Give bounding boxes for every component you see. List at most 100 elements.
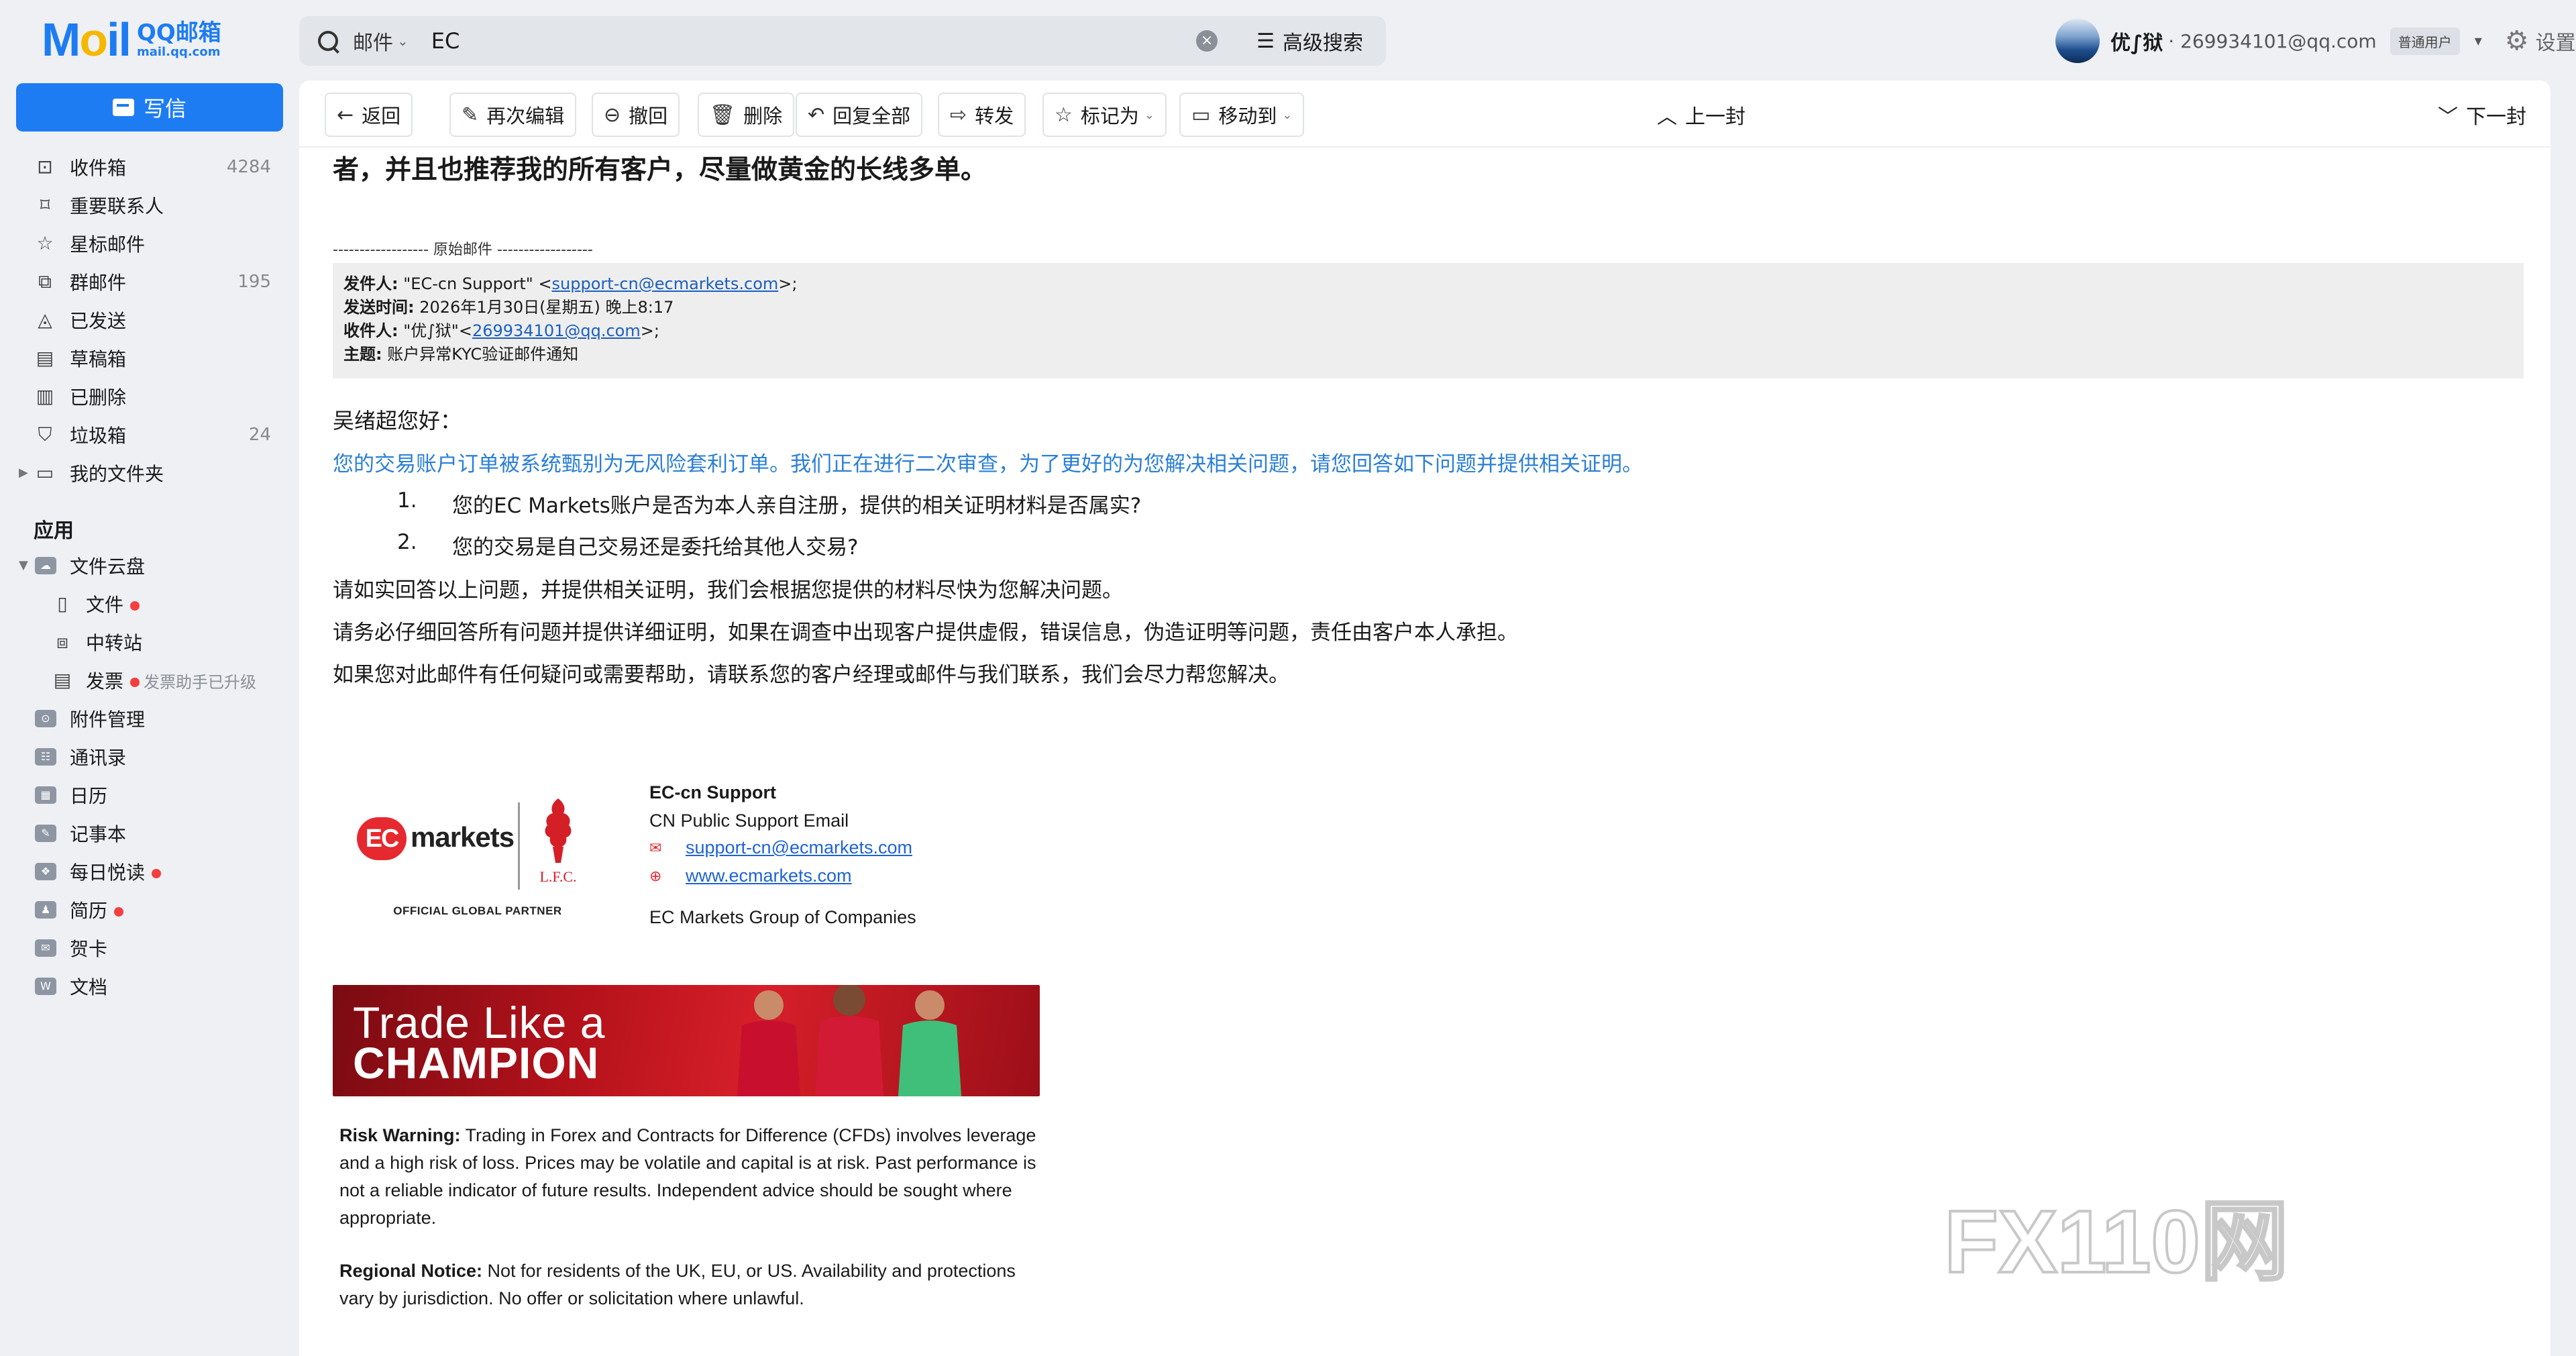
group-mail-icon: ⧉	[38, 270, 52, 293]
sidebar-item-files[interactable]: ▯ 文件	[0, 584, 299, 623]
sidebar-item-group-mail[interactable]: ⧉ 群邮件 195	[0, 262, 299, 301]
sidebar-item-daily-reading[interactable]: ❖ 每日悦读	[0, 852, 299, 890]
sidebar-item-docs[interactable]: W 文档	[0, 967, 299, 1005]
sidebar-item-deleted[interactable]: ▥ 已删除	[0, 377, 299, 415]
sidebar-item-invoice[interactable]: ▤ 发票 发票助手已升级	[0, 661, 299, 699]
cloud-drive-icon: ☁	[35, 556, 56, 574]
sidebar-item-inbox[interactable]: ⊡ 收件箱 4284	[0, 148, 299, 186]
sidebar-item-notes[interactable]: ✎ 记事本	[0, 814, 299, 852]
orig-from-name: "EC-cn Support" <	[398, 274, 552, 293]
document-icon: W	[35, 977, 56, 995]
sidebar-item-starred[interactable]: ☆ 星标邮件	[0, 224, 299, 262]
regional-notice: Regional Notice: Not for residents of th…	[339, 1257, 1037, 1312]
mark-as-dropdown[interactable]: ☆ 标记为 ⌄	[1042, 93, 1167, 137]
mail-body: 者，并且也推荐我的所有客户，尽量做黄金的长线多单。 --------------…	[299, 148, 2551, 1356]
sidebar-item-label: 文件云盘	[70, 555, 146, 578]
move-to-dropdown[interactable]: ▭ 移动到 ⌄	[1179, 93, 1305, 137]
sidebar-item-drafts[interactable]: ▤ 草稿箱	[0, 339, 299, 377]
sidebar-item-file-cloud[interactable]: ▼ ☁ 文件云盘	[0, 546, 299, 584]
orig-subject-label: 主题:	[343, 345, 382, 364]
trash-icon: ▥	[36, 384, 54, 407]
sidebar-item-label: 记事本	[70, 823, 127, 845]
fx110-watermark: FX110网	[1943, 1193, 2290, 1287]
daily-label: 每日悦读	[70, 861, 146, 884]
sidebar-item-spam[interactable]: ⛉ 垃圾箱 24	[0, 415, 299, 454]
sent-icon: ◬	[38, 308, 52, 331]
apps-list: ▼ ☁ 文件云盘 ▯ 文件 ⧈ 中转站 ▤ 发票 发票助手已升级 ⊙ 附件管理 ☷…	[0, 546, 299, 1005]
forward-icon: ⇨	[950, 103, 967, 127]
collapse-caret-icon[interactable]: ▼	[19, 558, 28, 572]
back-button[interactable]: ← 返回	[325, 93, 413, 137]
sidebar-item-label: 已删除	[70, 386, 127, 409]
signature-website-link[interactable]: ⊕ www.ecmarkets.com	[649, 866, 852, 886]
orig-from-email-link[interactable]: support-cn@ecmarkets.com	[552, 274, 779, 293]
sidebar-item-calendar[interactable]: ▦ 日历	[0, 776, 299, 814]
compose-button[interactable]: 写信	[16, 83, 283, 132]
recall-icon: ⊖	[604, 103, 621, 127]
sidebar-item-transfer[interactable]: ⧈ 中转站	[0, 623, 299, 661]
orig-to-email-link[interactable]: 269934101@qq.com	[472, 321, 641, 340]
account-dropdown-icon[interactable]: ▾	[2475, 33, 2482, 50]
user-name[interactable]: 优∫狱	[2110, 26, 2163, 56]
orig-date-value: 2026年1月30日(星期五) 晚上8:17	[414, 298, 674, 317]
sidebar-item-greeting-cards[interactable]: ✉ 贺卡	[0, 929, 299, 967]
mark-as-label: 标记为	[1080, 105, 1139, 127]
sidebar-item-contacts[interactable]: ☷ 通讯录	[0, 737, 299, 776]
expand-caret-icon[interactable]: ▶	[19, 466, 28, 480]
sidebar-item-label: 群邮件	[70, 271, 127, 294]
reedit-button[interactable]: ✎ 再次编辑	[449, 93, 577, 137]
reply-all-button[interactable]: ↶ 回复全部	[796, 93, 923, 137]
invoice-label: 发票	[86, 670, 124, 692]
mail-toolbar: ← 返回 ✎ 再次编辑 ⊖ 撤回 🗑 删除 ↶ 回复全部 ⇨ 转发 ☆ 标记为 ⌄ ▭ 移动到 ⌄ …	[299, 81, 2551, 148]
recall-button[interactable]: ⊖ 撤回	[592, 93, 680, 137]
trade-like-a-champion-banner[interactable]: Trade Like a CHAMPION	[333, 985, 1040, 1096]
bookmark-icon: ⌑	[40, 193, 50, 216]
chevron-down-icon: ⌄	[397, 33, 409, 49]
reply-text-lead: 者，并且也推荐我的所有客户，尽量做黄金的长线多单。	[333, 155, 987, 185]
clear-search-icon[interactable]: ×	[1196, 30, 1218, 52]
forward-label: 转发	[975, 105, 1014, 127]
delete-button[interactable]: 🗑 删除	[698, 93, 795, 137]
sidebar-item-label: 日历	[70, 784, 108, 807]
sidebar-item-important-contacts[interactable]: ⌑ 重要联系人	[0, 186, 299, 224]
signature-email-text: support-cn@ecmarkets.com	[686, 837, 913, 857]
settings-button[interactable]: ⚙ 设置	[2505, 25, 2576, 56]
previous-mail-button[interactable]: ︿ 上一封	[1657, 93, 1746, 137]
sidebar-item-attachments[interactable]: ⊙ 附件管理	[0, 699, 299, 737]
avatar[interactable]	[2055, 19, 2100, 63]
mail-reader-panel: ← 返回 ✎ 再次编辑 ⊖ 撤回 🗑 删除 ↶ 回复全部 ⇨ 转发 ☆ 标记为 ⌄ ▭ 移动到 ⌄ …	[299, 81, 2551, 1356]
orig-subject-line: 主题: 账户异常KYC验证邮件通知	[343, 343, 2513, 366]
search-input[interactable]: EC	[431, 28, 1196, 54]
trash-icon: 🗑	[710, 103, 736, 127]
sidebar-item-label: 草稿箱	[70, 348, 127, 370]
invoice-note: 发票助手已升级	[144, 672, 257, 692]
next-mail-button[interactable]: ﹀ 下一封	[2438, 93, 2526, 137]
orig-from-tail: >;	[778, 274, 798, 293]
attachment-manager-icon: ⊙	[35, 709, 56, 727]
ec-badge: EC	[357, 817, 407, 860]
chevron-down-icon: ﹀	[2438, 105, 2458, 129]
back-label: 返回	[362, 105, 401, 127]
notification-dot	[114, 906, 124, 917]
apps-section-title: 应用	[34, 519, 74, 543]
draft-icon: ▤	[36, 346, 54, 369]
sidebar-item-resume[interactable]: ♟ 简历	[0, 890, 299, 929]
reply-all-icon: ↶	[808, 103, 825, 127]
body-paragraph: 请务必仔细回答所有问题并提供详细证明，如果在调查中出现客户提供虚假，错误信息，伪…	[333, 621, 1518, 645]
sidebar-item-label: 贺卡	[70, 937, 108, 960]
search-icon[interactable]	[317, 30, 339, 52]
sidebar-item-sent[interactable]: ◬ 已发送	[0, 301, 299, 339]
qqmail-logo[interactable]: Moil QQ邮箱 mail.qq.com	[42, 16, 221, 63]
orig-to-line: 收件人: "优∫狱"<269934101@qq.com>;	[343, 319, 2513, 343]
spam-shield-icon: ⛉	[38, 423, 52, 446]
sidebar-item-label: 通讯录	[70, 746, 127, 769]
original-mail-separator: ------------------ 原始邮件 ----------------…	[333, 242, 593, 258]
search-scope-dropdown[interactable]: 邮件 ⌄	[353, 26, 409, 56]
sidebar-item-my-folders[interactable]: ▶ ▭ 我的文件夹	[0, 454, 299, 492]
chevron-down-icon: ⌄	[1282, 107, 1293, 122]
question-number: 2.	[397, 530, 417, 554]
forward-button[interactable]: ⇨ 转发	[938, 93, 1026, 137]
watermark-text: FX110网	[1944, 1193, 2289, 1287]
signature-email-link[interactable]: ✉ support-cn@ecmarkets.com	[649, 837, 912, 858]
advanced-search-button[interactable]: ☰ 高级搜索	[1256, 26, 1363, 56]
